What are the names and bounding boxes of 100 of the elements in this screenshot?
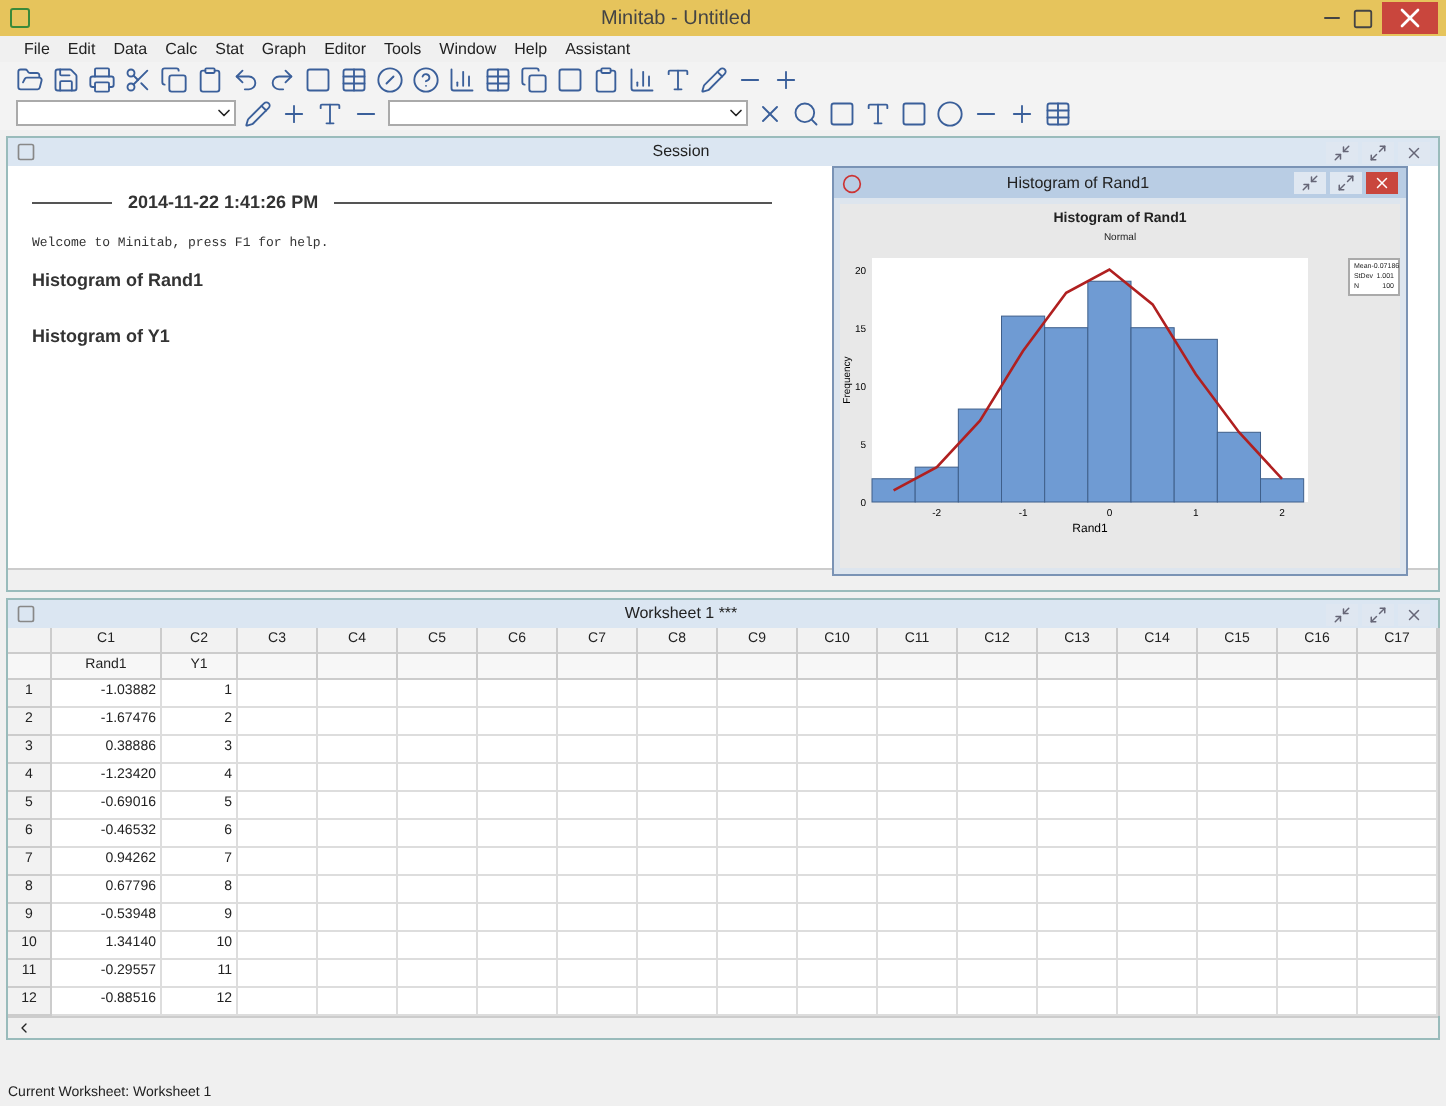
empty-cell[interactable] [958,932,1038,960]
toolbar-icon[interactable] [792,99,820,127]
minimize-icon[interactable] [1326,141,1358,163]
empty-cell[interactable] [1038,680,1118,708]
empty-cell[interactable] [718,680,798,708]
empty-cell[interactable] [558,792,638,820]
toolbar-icon[interactable] [340,65,368,93]
empty-cell[interactable] [478,736,558,764]
empty-cell[interactable] [1038,792,1118,820]
empty-cell[interactable] [558,820,638,848]
toolbar-icon[interactable] [484,65,512,93]
toolbar-icon[interactable] [304,65,332,93]
empty-cell[interactable] [878,764,958,792]
empty-cell[interactable] [878,680,958,708]
empty-cell[interactable] [478,932,558,960]
empty-cell[interactable] [318,820,398,848]
menu-item[interactable]: Help [514,37,548,61]
empty-cell[interactable] [1198,708,1278,736]
empty-cell[interactable] [318,960,398,988]
empty-cell[interactable] [238,736,318,764]
empty-cell[interactable] [1198,960,1278,988]
toolbar-icon[interactable] [88,65,116,93]
empty-cell[interactable] [478,708,558,736]
empty-cell[interactable] [1198,820,1278,848]
empty-cell[interactable] [638,680,718,708]
empty-cell[interactable] [1118,932,1198,960]
empty-cell[interactable] [638,960,718,988]
menu-item[interactable]: Calc [165,37,198,61]
toolbar-icon[interactable] [1044,99,1072,127]
empty-cell[interactable] [478,764,558,792]
toolbar-icon[interactable] [700,65,728,93]
menu-item[interactable]: Editor [324,37,366,61]
empty-cell[interactable] [1038,932,1118,960]
menu-item[interactable]: Tools [383,37,422,61]
empty-cell[interactable] [718,932,798,960]
menu-item[interactable]: File [24,37,50,61]
empty-cell[interactable] [1038,820,1118,848]
menu-item[interactable]: Graph [261,37,307,61]
menu-item[interactable]: Data [113,37,148,61]
maximize-icon[interactable] [1330,172,1362,194]
empty-cell[interactable] [798,820,878,848]
empty-cell[interactable] [398,792,478,820]
toolbar-icon[interactable] [16,65,44,93]
dropdown-field[interactable] [16,100,236,126]
toolbar-icon[interactable] [520,65,548,93]
empty-cell[interactable] [638,848,718,876]
empty-cell[interactable] [638,792,718,820]
toolbar-icon[interactable] [244,99,272,127]
empty-cell[interactable] [398,764,478,792]
empty-cell[interactable] [798,848,878,876]
empty-cell[interactable] [1278,708,1358,736]
toolbar-icon[interactable] [448,65,476,93]
empty-cell[interactable] [558,848,638,876]
dropdown-field[interactable] [388,100,748,126]
empty-cell[interactable] [718,960,798,988]
maximize-icon[interactable] [1352,7,1374,29]
empty-cell[interactable] [638,876,718,904]
toolbar-icon[interactable] [160,65,188,93]
empty-cell[interactable] [958,904,1038,932]
empty-cell[interactable] [558,708,638,736]
toolbar-icon[interactable] [828,99,856,127]
empty-cell[interactable] [638,904,718,932]
empty-cell[interactable] [398,876,478,904]
empty-cell[interactable] [1198,876,1278,904]
empty-cell[interactable] [878,736,958,764]
minimize-icon[interactable] [1294,172,1326,194]
empty-cell[interactable] [1278,876,1358,904]
empty-cell[interactable] [1118,736,1198,764]
empty-cell[interactable] [398,960,478,988]
empty-cell[interactable] [1038,876,1118,904]
maximize-icon[interactable] [1362,603,1394,625]
empty-cell[interactable] [1038,708,1118,736]
close-icon[interactable] [1366,172,1398,194]
empty-cell[interactable] [318,848,398,876]
empty-cell[interactable] [398,848,478,876]
empty-cell[interactable] [1118,876,1198,904]
empty-cell[interactable] [798,876,878,904]
empty-cell[interactable] [318,904,398,932]
empty-cell[interactable] [1198,848,1278,876]
empty-cell[interactable] [1278,820,1358,848]
empty-cell[interactable] [798,932,878,960]
empty-cell[interactable] [318,792,398,820]
empty-cell[interactable] [958,764,1038,792]
empty-cell[interactable] [478,848,558,876]
toolbar-icon[interactable] [280,99,308,127]
empty-cell[interactable] [878,792,958,820]
close-icon[interactable] [1398,141,1430,163]
empty-cell[interactable] [638,708,718,736]
empty-cell[interactable] [398,708,478,736]
empty-cell[interactable] [398,736,478,764]
empty-cell[interactable] [238,792,318,820]
empty-cell[interactable] [1278,848,1358,876]
empty-cell[interactable] [718,876,798,904]
empty-cell[interactable] [478,820,558,848]
empty-cell[interactable] [718,820,798,848]
empty-cell[interactable] [558,764,638,792]
toolbar-icon[interactable] [900,99,928,127]
empty-cell[interactable] [718,708,798,736]
empty-cell[interactable] [318,708,398,736]
menu-item[interactable]: Edit [67,37,96,61]
